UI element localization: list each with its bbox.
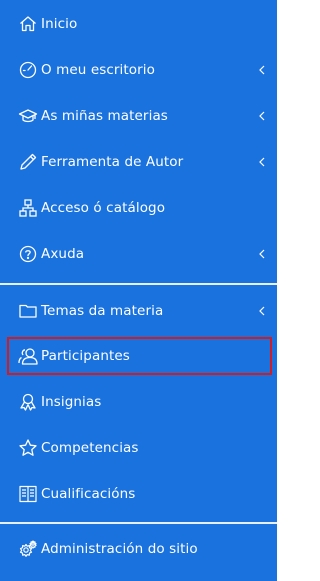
menu-item-label: Acceso ó catálogo	[41, 200, 166, 216]
chevron-left-icon[interactable]	[257, 156, 267, 168]
help-circle-icon	[18, 244, 38, 264]
menu-item-administracion-do-sitio[interactable]: Administración do sitio	[0, 530, 277, 568]
chevron-left-icon[interactable]	[257, 110, 267, 122]
menu-item-label: Ferramenta de Autor	[41, 154, 184, 170]
menu-item-ferramenta-de-autor[interactable]: Ferramenta de Autor	[0, 143, 277, 181]
menu-item-o-meu-escritorio[interactable]: O meu escritorio	[0, 51, 277, 89]
menu-item-label: As miñas materias	[41, 108, 168, 124]
menu-item-inicio[interactable]: Inicio	[0, 5, 277, 43]
chevron-left-icon[interactable]	[257, 248, 267, 260]
menu-item-participantes[interactable]: Participantes	[0, 337, 277, 375]
menu-item-competencias[interactable]: Competencias	[0, 429, 277, 467]
home-icon	[18, 14, 38, 34]
chevron-left-icon[interactable]	[257, 64, 267, 76]
menu-divider	[0, 283, 277, 285]
menu-item-label: Administración do sitio	[41, 541, 198, 557]
badge-icon	[18, 392, 38, 412]
sitemap-icon	[18, 198, 38, 218]
users-icon	[18, 346, 38, 366]
pencil-icon	[18, 152, 38, 172]
graduation-cap-icon	[18, 106, 38, 126]
gradebook-icon	[18, 484, 38, 504]
menu-item-cualificacions[interactable]: Cualificacións	[0, 475, 277, 513]
menu-item-label: Participantes	[41, 348, 130, 364]
menu-item-label: Cualificacións	[41, 486, 136, 502]
menu-item-temas-da-materia[interactable]: Temas da materia	[0, 292, 277, 330]
menu-item-insignias[interactable]: Insignias	[0, 383, 277, 421]
menu-item-label: Axuda	[41, 246, 85, 262]
menu-item-label: Temas da materia	[41, 303, 164, 319]
menu-item-label: Inicio	[41, 16, 78, 32]
menu-item-label: Competencias	[41, 440, 139, 456]
star-icon	[18, 438, 38, 458]
menu-item-axuda[interactable]: Axuda	[0, 235, 277, 273]
menu-item-acceso-catalogo[interactable]: Acceso ó catálogo	[0, 189, 277, 227]
menu-item-as-minas-materias[interactable]: As miñas materias	[0, 97, 277, 135]
gears-icon	[18, 539, 38, 559]
menu-item-label: O meu escritorio	[41, 62, 155, 78]
menu-divider	[0, 522, 277, 524]
sidebar-nav: Inicio O meu escritorio As miñas materia…	[0, 0, 277, 581]
menu-item-label: Insignias	[41, 394, 102, 410]
dashboard-gauge-icon	[18, 60, 38, 80]
folder-icon	[18, 301, 38, 321]
chevron-left-icon[interactable]	[257, 305, 267, 317]
